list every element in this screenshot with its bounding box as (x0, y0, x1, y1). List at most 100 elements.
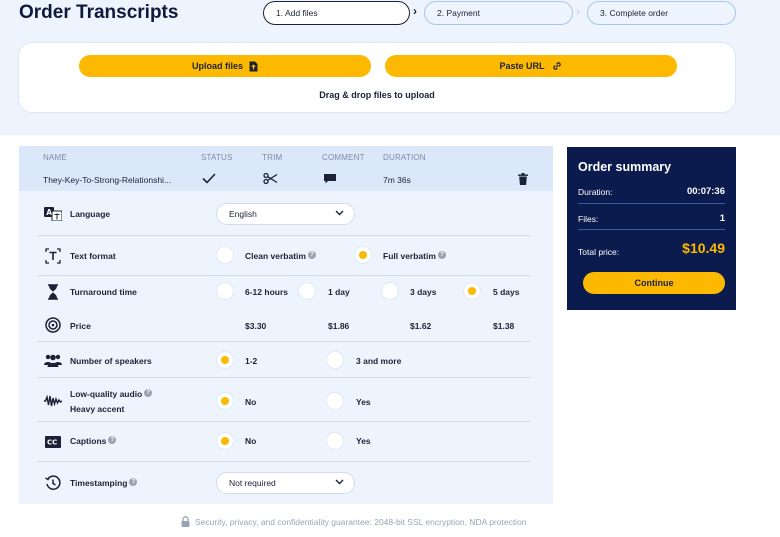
file-options-panel: NAME STATUS TRIM COMMENT DURATION They-K… (19, 146, 553, 504)
turnaround-label: Turnaround time (70, 287, 137, 297)
captions-no-radio[interactable] (216, 432, 234, 450)
low-quality-row: Low-quality audio? Heavy accent No Yes (38, 378, 530, 422)
price-1day: $1.86 (328, 321, 350, 331)
price-5days: $1.38 (493, 321, 515, 331)
turnaround-6-12h-option: 6-12 hours (245, 287, 288, 297)
low-quality-yes-radio[interactable] (326, 392, 344, 410)
col-status-header: STATUS (201, 153, 233, 162)
text-format-full-option: Full verbatim? (383, 251, 446, 261)
drag-drop-text: Drag & drop files to upload (319, 90, 435, 100)
continue-button[interactable]: Continue (583, 272, 725, 294)
captions-yes-radio[interactable] (326, 432, 344, 450)
step-chevron-icon: › (576, 4, 580, 18)
turnaround-5days-option: 5 days (493, 287, 520, 297)
step-payment[interactable]: 2. Payment (424, 1, 573, 25)
heavy-accent-label: Heavy accent (70, 404, 125, 414)
text-format-full-radio[interactable] (354, 246, 372, 264)
captions-row: CC Captions? No Yes (38, 422, 530, 462)
clock-icon (44, 474, 62, 492)
closed-captions-icon: CC (44, 433, 62, 451)
security-note: Security, privacy, and confidentiality g… (181, 516, 527, 527)
timestamping-row: Timestamping? Not required (38, 462, 530, 504)
timestamping-label: Timestamping? (70, 478, 138, 488)
text-format-label: Text format (70, 251, 116, 261)
text-format-clean-option: Clean verbatim? (245, 251, 316, 261)
summary-files-label: Files: (578, 214, 599, 224)
upload-files-label: Upload files (191, 61, 243, 71)
speakers-3-more-option: 3 and more (356, 356, 402, 366)
speakers-row: Number of speakers 1-2 3 and more (38, 342, 530, 378)
captions-label: Captions? (70, 436, 117, 446)
low-quality-label: Low-quality audio? (70, 389, 153, 399)
upload-files-button[interactable]: Upload files (79, 55, 371, 77)
low-quality-no-radio[interactable] (216, 392, 234, 410)
language-select-value: English (229, 209, 257, 219)
text-format-row: Text format Clean verbatim? Full verbati… (38, 236, 530, 276)
lock-icon (181, 516, 190, 527)
help-icon[interactable]: ? (108, 436, 117, 444)
turnaround-3days-radio[interactable] (381, 282, 399, 300)
file-duration: 7m 36s (383, 175, 411, 185)
language-select[interactable]: English (216, 203, 355, 225)
upload-card[interactable]: Upload files Paste URL Drag & drop files… (18, 42, 736, 113)
speakers-1-2-radio[interactable] (216, 351, 234, 369)
chevron-down-icon (335, 479, 344, 485)
col-trim-header: TRIM (262, 153, 283, 162)
help-icon[interactable]: ? (129, 478, 138, 486)
chevron-down-icon (335, 210, 344, 216)
paste-url-button[interactable]: Paste URL (385, 55, 677, 77)
summary-duration-value: 00:07:36 (686, 186, 725, 197)
order-summary-title: Order summary (578, 160, 672, 174)
turnaround-6-12h-radio[interactable] (216, 282, 234, 300)
language-row: A Language English (38, 198, 530, 236)
turnaround-row: Turnaround time 6-12 hours 1 day 3 days … (38, 276, 530, 309)
step-add-files[interactable]: 1. Add files (263, 1, 410, 25)
file-name: They-Key-To-Strong-Relationshi... (43, 175, 172, 185)
users-icon (44, 351, 62, 369)
paste-url-label: Paste URL (499, 61, 545, 71)
text-format-clean-radio[interactable] (216, 246, 234, 264)
help-icon[interactable]: ? (437, 251, 446, 259)
turnaround-1day-option: 1 day (328, 287, 350, 297)
help-icon[interactable]: ? (144, 389, 153, 397)
summary-files-value: 1 (719, 213, 725, 224)
scissors-icon[interactable] (263, 173, 278, 184)
sound-wave-icon (44, 392, 62, 410)
price-3days: $1.62 (410, 321, 432, 331)
file-upload-icon (249, 61, 258, 71)
turnaround-1day-radio[interactable] (298, 282, 316, 300)
translate-icon: A (44, 205, 62, 223)
price-6-12h: $3.30 (245, 321, 267, 331)
step-complete-order[interactable]: 3. Complete order (587, 1, 736, 25)
timestamping-select-value: Not required (229, 478, 276, 488)
turnaround-5days-radio[interactable] (463, 282, 481, 300)
col-duration-header: DURATION (383, 153, 426, 162)
file-header: NAME STATUS TRIM COMMENT DURATION They-K… (19, 146, 553, 191)
speakers-3-more-radio[interactable] (326, 351, 344, 369)
summary-files-row: Files: 1 (578, 213, 725, 230)
coins-icon (44, 316, 62, 334)
security-note-text: Security, privacy, and confidentiality g… (195, 516, 527, 527)
order-summary-panel: Order summary Duration: 00:07:36 Files: … (567, 147, 736, 310)
captions-yes-option: Yes (356, 436, 371, 446)
hourglass-icon (44, 283, 62, 301)
step-chevron-icon: › (413, 4, 417, 18)
col-comment-header: COMMENT (322, 153, 365, 162)
checkmark-icon (202, 173, 216, 184)
language-label: Language (70, 209, 111, 219)
low-quality-no-option: No (245, 397, 257, 407)
page-title: Order Transcripts (19, 2, 179, 23)
trash-icon[interactable] (518, 173, 528, 185)
price-row: Price $3.30 $1.86 $1.62 $1.38 (38, 309, 530, 342)
timestamping-select[interactable]: Not required (216, 472, 355, 494)
link-icon (552, 62, 561, 70)
summary-duration-row: Duration: 00:07:36 (578, 186, 725, 204)
summary-total-value: $10.49 (682, 240, 725, 256)
comment-icon[interactable] (324, 174, 336, 184)
text-format-icon (44, 247, 62, 265)
svg-text:A: A (46, 208, 52, 217)
help-icon[interactable]: ? (307, 251, 316, 259)
turnaround-3days-option: 3 days (410, 287, 437, 297)
speakers-label: Number of speakers (70, 356, 152, 366)
low-quality-yes-option: Yes (356, 397, 371, 407)
